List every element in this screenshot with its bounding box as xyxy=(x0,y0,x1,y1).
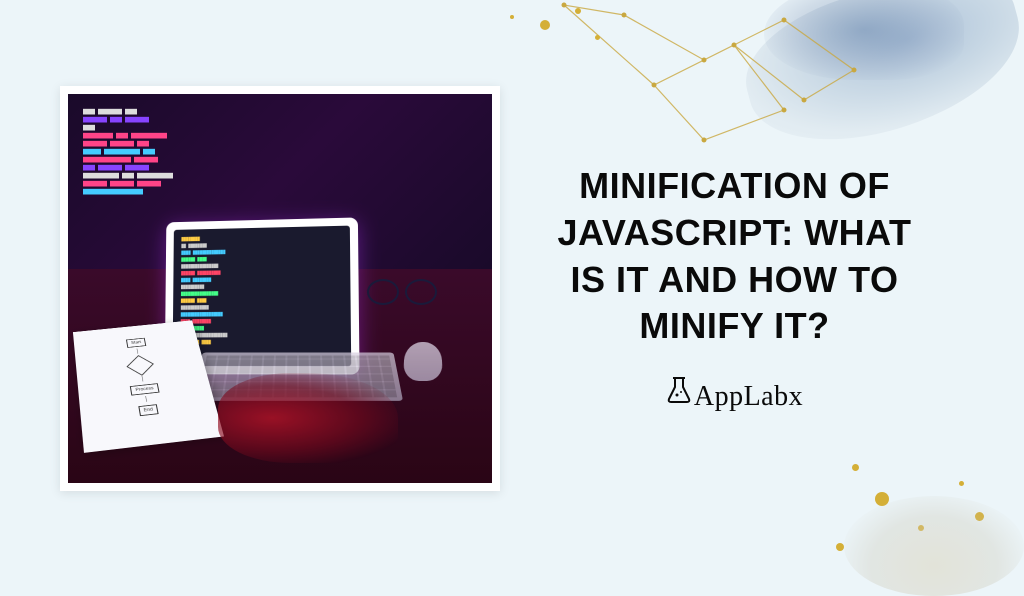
flask-icon xyxy=(666,375,692,412)
main-content: ████ ████████ ████ ████████ ████ ███████… xyxy=(0,0,1024,576)
brand-logo-text: AppLabx xyxy=(666,375,803,413)
text-content: Minification of JavaScript: What is it a… xyxy=(500,163,964,413)
article-headline: Minification of JavaScript: What is it a… xyxy=(545,163,924,350)
featured-image: ████ ████████ ████ ████████ ████ ███████… xyxy=(60,86,500,491)
brand-name: AppLabx xyxy=(694,381,803,413)
